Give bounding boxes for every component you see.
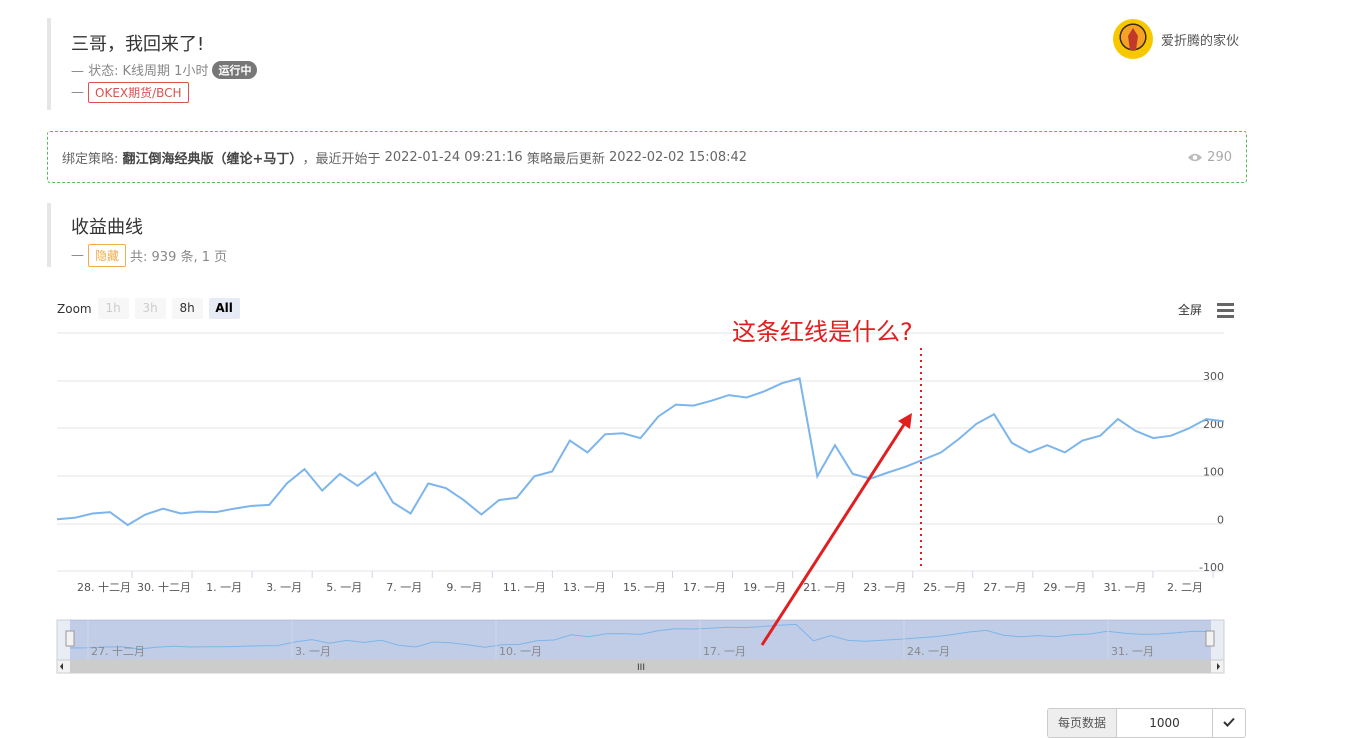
x-tick-label: 25. 一月 xyxy=(923,581,966,594)
x-tick-label: 9. 一月 xyxy=(446,581,482,594)
x-tick-label: 21. 一月 xyxy=(803,581,846,594)
page-size-control: 每页数据 1000 xyxy=(1047,708,1247,738)
annotation-arrow xyxy=(760,422,907,646)
navigator-tick-label: 24. 一月 xyxy=(907,645,950,658)
scrollbar-grip-icon: III xyxy=(637,663,645,673)
profit-chart: -1000100200300 28. 十二月 30. 十二月 1. 一月 3. 一月 5… xyxy=(56,318,1225,674)
x-tick-label: 31. 一月 xyxy=(1103,581,1146,594)
x-tick-label: 19. 一月 xyxy=(743,581,786,594)
y-tick-label: 300 xyxy=(1203,370,1224,383)
annotation-text: 这条红线是什么? xyxy=(732,318,913,346)
navigator-selection[interactable] xyxy=(70,620,1211,660)
confirm-button[interactable] xyxy=(1213,709,1245,737)
page-size-label: 每页数据 xyxy=(1048,709,1118,737)
profit-series-line xyxy=(56,377,1225,527)
check-icon xyxy=(1223,717,1235,727)
x-tick-label: 11. 一月 xyxy=(503,581,546,594)
page-size-input[interactable]: 1000 xyxy=(1117,709,1214,737)
y-tick-label: 0 xyxy=(1217,513,1224,526)
x-tick-label: 17. 一月 xyxy=(683,581,726,594)
x-tick-label: 23. 一月 xyxy=(863,581,906,594)
y-tick-label: -100 xyxy=(1199,561,1224,574)
x-tick-label: 1. 一月 xyxy=(206,581,242,594)
navigator-tick-label: 10. 一月 xyxy=(499,645,542,658)
navigator-tick-label: 31. 一月 xyxy=(1111,645,1154,658)
x-tick-label: 2. 二月 xyxy=(1167,581,1203,594)
x-tick-label: 13. 一月 xyxy=(563,581,606,594)
y-tick-label: 100 xyxy=(1203,466,1224,479)
navigator-right-handle[interactable] xyxy=(1205,630,1215,647)
navigator-tick-label: 17. 一月 xyxy=(703,645,746,658)
navigator-tick-label: 27. 十二月 xyxy=(91,644,145,658)
navigator-tick-label: 3. 一月 xyxy=(295,645,331,658)
x-tick-label: 15. 一月 xyxy=(623,581,666,594)
x-tick-label: 29. 一月 xyxy=(1043,581,1086,594)
x-tick-label: 30. 十二月 xyxy=(137,580,191,594)
x-tick-label: 7. 一月 xyxy=(386,581,422,594)
x-tick-label: 27. 一月 xyxy=(983,581,1026,594)
x-tick-label: 5. 一月 xyxy=(326,581,362,594)
arrow-head-icon xyxy=(898,413,912,429)
navigator-left-handle[interactable] xyxy=(65,630,75,647)
x-tick-label: 3. 一月 xyxy=(266,581,302,594)
x-tick-label: 28. 十二月 xyxy=(77,580,131,594)
